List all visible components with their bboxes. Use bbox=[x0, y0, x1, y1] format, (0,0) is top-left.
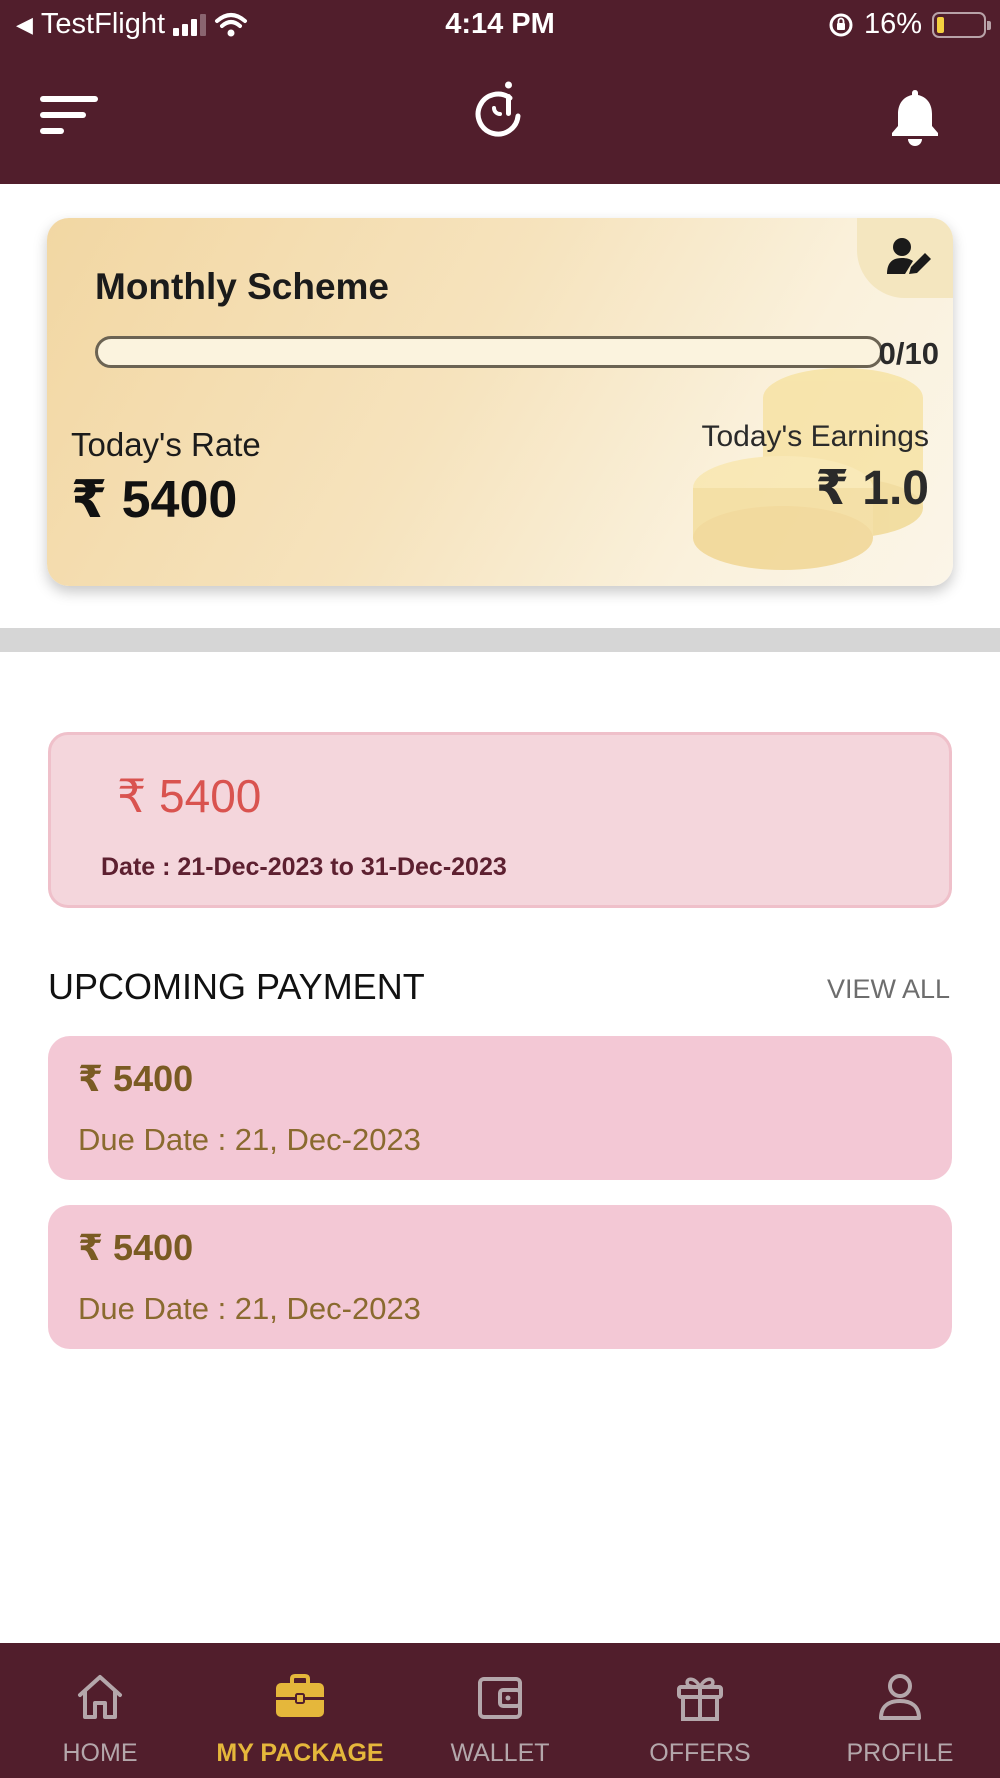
scheme-title: Monthly Scheme bbox=[95, 266, 389, 307]
scheme-progress-bar bbox=[95, 336, 883, 368]
battery-icon bbox=[932, 11, 991, 38]
payment-amount: ₹ 5400 bbox=[78, 1227, 194, 1268]
user-icon bbox=[879, 1674, 921, 1720]
current-payment-amount: ₹ 5400 bbox=[117, 770, 262, 822]
app-header: ◀ TestFlight 4:14 PM 16% bbox=[0, 0, 1000, 184]
nav-my-package[interactable]: MY PACKAGE bbox=[200, 1643, 400, 1778]
upcoming-payment-card[interactable]: ₹ 5400 Due Date : 21, Dec-2023 bbox=[48, 1036, 952, 1180]
hamburger-menu-icon[interactable] bbox=[40, 96, 98, 136]
nav-wallet-label: WALLET bbox=[450, 1739, 550, 1767]
upcoming-payment-title: UPCOMING PAYMENT bbox=[48, 966, 425, 1007]
app-logo-icon bbox=[475, 81, 521, 137]
payment-due-date: Due Date : 21, Dec-2023 bbox=[78, 1122, 421, 1157]
payment-due-date: Due Date : 21, Dec-2023 bbox=[78, 1291, 421, 1326]
gift-icon bbox=[677, 1677, 723, 1721]
screen: ◀ TestFlight 4:14 PM 16% Monthly Scheme … bbox=[0, 0, 1000, 1778]
nav-home[interactable]: HOME bbox=[0, 1643, 200, 1778]
current-payment-card[interactable]: ₹ 5400 Date : 21-Dec-2023 to 31-Dec-2023 bbox=[48, 732, 952, 908]
nav-wallet[interactable]: WALLET bbox=[400, 1643, 600, 1778]
bottom-navigation: HOME MY PACKAGE WALLET OFFERS PROFILE bbox=[0, 1643, 1000, 1778]
home-icon bbox=[78, 1675, 122, 1719]
todays-rate-label: Today's Rate bbox=[71, 426, 261, 463]
scheme-progress-text: 0/10 bbox=[878, 336, 939, 371]
status-bar: ◀ TestFlight 4:14 PM 16% bbox=[0, 0, 1000, 50]
section-divider bbox=[0, 628, 1000, 652]
nav-my-package-label: MY PACKAGE bbox=[216, 1739, 384, 1767]
todays-earnings-value: ₹ 1.0 bbox=[815, 462, 929, 515]
battery-percent: 16% bbox=[863, 8, 922, 40]
wallet-icon bbox=[478, 1677, 522, 1719]
todays-earnings-label: Today's Earnings bbox=[701, 420, 929, 453]
payment-amount: ₹ 5400 bbox=[78, 1058, 194, 1099]
todays-rate-value: ₹ 5400 bbox=[71, 471, 238, 529]
scheme-card[interactable]: Monthly Scheme 0/10 Today's Rate ₹ 5400 … bbox=[47, 218, 953, 586]
current-payment-date: Date : 21-Dec-2023 to 31-Dec-2023 bbox=[101, 853, 507, 881]
briefcase-icon bbox=[276, 1674, 324, 1717]
nav-home-label: HOME bbox=[62, 1739, 138, 1767]
view-all-link[interactable]: VIEW ALL bbox=[827, 974, 950, 1005]
status-right: 16% bbox=[828, 8, 991, 41]
nav-offers[interactable]: OFFERS bbox=[600, 1643, 800, 1778]
upcoming-payment-card[interactable]: ₹ 5400 Due Date : 21, Dec-2023 bbox=[48, 1205, 952, 1349]
user-edit-icon bbox=[887, 238, 931, 274]
nav-offers-label: OFFERS bbox=[649, 1739, 751, 1767]
nav-profile[interactable]: PROFILE bbox=[800, 1643, 1000, 1778]
bell-icon[interactable] bbox=[886, 86, 944, 148]
nav-profile-label: PROFILE bbox=[846, 1739, 954, 1767]
rotation-lock-icon bbox=[829, 13, 853, 36]
coins-illustration bbox=[693, 368, 923, 570]
edit-profile-button[interactable] bbox=[857, 218, 953, 298]
